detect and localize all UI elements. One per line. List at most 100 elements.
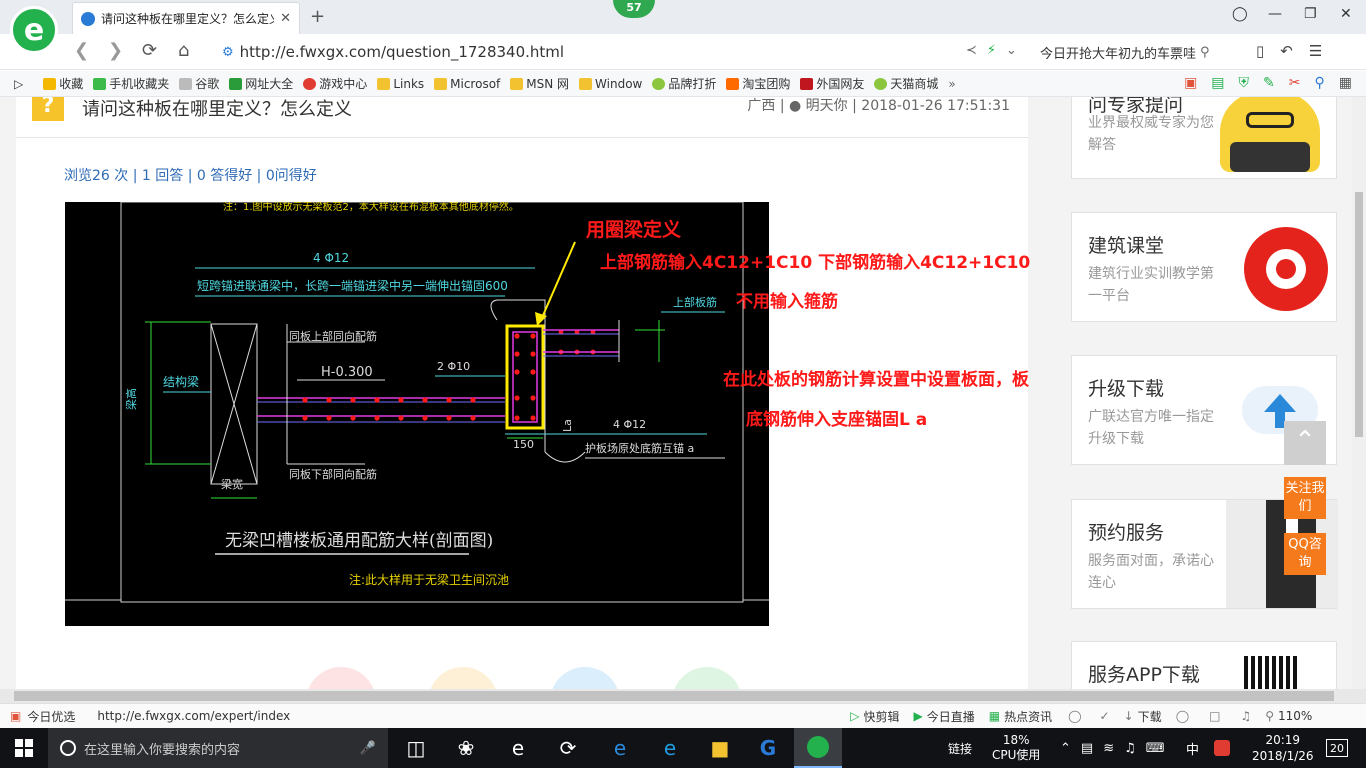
ie-browser-icon[interactable]: e — [646, 728, 694, 768]
tray-volume-icon[interactable]: ♫ — [1124, 741, 1136, 756]
status-live[interactable]: 今日直播 — [927, 708, 975, 725]
back-to-top-icon[interactable]: ⌃ — [1284, 421, 1326, 465]
window-icon[interactable]: □ — [1209, 709, 1220, 723]
qq-consult-button[interactable]: QQ咨询 — [1284, 533, 1326, 575]
question-region[interactable]: 广西 — [747, 98, 775, 114]
address-url[interactable]: http://e.fwxgx.com/question_1728340.html — [240, 43, 564, 61]
file-explorer-icon[interactable]: ■ — [696, 728, 744, 768]
share-icon[interactable]: ≺ — [966, 43, 977, 58]
search-input[interactable]: 今日开抢大年初九的车票哇 ⚲ — [1040, 38, 1240, 66]
status-news[interactable]: 热点资讯 — [1004, 708, 1052, 725]
tray-sogou-icon[interactable] — [1214, 728, 1230, 768]
lightning-icon[interactable]: ⚡ — [987, 43, 996, 58]
minimize-icon[interactable]: — — [1268, 6, 1282, 22]
vertical-scrollbar[interactable] — [1352, 97, 1366, 689]
cpu-usage[interactable]: 18% CPU使用 — [992, 728, 1040, 768]
sidebar-toggle-icon[interactable]: ▷ — [14, 77, 23, 91]
new-tab-button[interactable]: + — [310, 6, 325, 27]
bookmark-item[interactable]: 外国网友 — [800, 75, 864, 92]
taskbar-search-input[interactable]: 在这里输入你要搜索的内容 🎤 — [48, 728, 388, 768]
bookmark-item[interactable]: 网址大全 — [229, 75, 293, 92]
discount-icon[interactable]: ▣ — [1184, 75, 1197, 91]
windows-start-icon[interactable] — [0, 728, 48, 768]
bookmark-item[interactable]: 天猫商城 — [874, 75, 938, 92]
tray-keyboard-icon[interactable]: ⌨ — [1146, 741, 1165, 756]
card-building-class[interactable]: 建筑课堂 建筑行业实训教学第一平台 — [1071, 212, 1337, 322]
question-author[interactable]: 明天你 — [806, 98, 848, 114]
swirl-app-icon[interactable]: ⟳ — [544, 728, 592, 768]
undo-icon[interactable]: ↶ — [1280, 42, 1293, 60]
tray-network-icon[interactable]: ▤ — [1081, 741, 1093, 756]
share-circle[interactable] — [306, 667, 376, 689]
scissors-icon[interactable]: ✂ — [1289, 75, 1301, 91]
leaf-icon — [652, 77, 666, 90]
bookmark-item[interactable]: Microsof — [434, 77, 500, 91]
pin-icon[interactable]: ✓ — [1100, 709, 1110, 723]
task-view-icon[interactable]: ◫ — [392, 728, 440, 768]
restore-icon[interactable]: ❐ — [1304, 6, 1317, 22]
address-bar[interactable]: ⚙ http://e.fwxgx.com/question_1728340.ht… — [222, 38, 950, 66]
volume-icon[interactable]: ♫ — [1240, 709, 1251, 723]
bookmark-item[interactable]: 手机收藏夹 — [93, 75, 169, 92]
tray-chevron-icon[interactable]: ⌃ — [1060, 741, 1071, 756]
follow-us-button[interactable]: 关注我们 — [1284, 477, 1326, 519]
refresh-icon[interactable]: ⟳ — [142, 40, 157, 61]
bookmark-item[interactable]: 品牌打折 — [652, 75, 716, 92]
close-window-icon[interactable]: ✕ — [1340, 6, 1352, 22]
shield-icon[interactable]: ⛨ — [1239, 75, 1250, 91]
card-app-download[interactable]: 服务APP下载 — [1071, 641, 1337, 689]
qr-code-icon[interactable] — [1244, 656, 1298, 689]
bookmark-item[interactable]: 收藏 — [43, 75, 83, 92]
browser-logo-icon[interactable]: e — [10, 6, 58, 54]
tab-close-icon[interactable]: ✕ — [280, 11, 291, 26]
360-browser-taskbar-icon[interactable] — [794, 728, 842, 768]
bookmark-item[interactable]: 淘宝团购 — [726, 75, 790, 92]
more-bookmarks-icon[interactable]: » — [948, 77, 955, 91]
status-zoom[interactable]: 110% — [1278, 709, 1312, 723]
glodon-app-icon[interactable]: G — [744, 728, 792, 768]
translate-icon[interactable]: ✎ — [1263, 75, 1275, 91]
status-download[interactable]: 下载 — [1138, 708, 1162, 725]
home-icon[interactable]: ⌂ — [178, 40, 189, 61]
menu-icon[interactable]: ☰ — [1309, 42, 1322, 60]
bookmark-item[interactable]: 游戏中心 — [303, 75, 367, 92]
tray-ime[interactable]: 中 — [1186, 728, 1199, 768]
phone-icon[interactable]: ▯ — [1256, 42, 1264, 60]
status-left[interactable]: 今日优选 — [27, 708, 75, 725]
shirt-skin-icon[interactable]: ◯ — [1232, 6, 1248, 22]
fan-app-icon[interactable]: ❀ — [442, 728, 490, 768]
card-ask-expert[interactable]: 问专家提问 业界最权威专家为您解答 — [1071, 97, 1337, 179]
horizontal-scrollbar[interactable] — [0, 689, 1366, 703]
share-circle[interactable] — [428, 667, 498, 689]
zoom-icon: ⚲ — [1265, 709, 1275, 723]
bookmark-item[interactable]: Window — [579, 77, 642, 91]
chevron-down-icon[interactable]: ⌄ — [1006, 43, 1017, 58]
apps-icon[interactable]: ▦ — [1339, 75, 1352, 91]
book-icon[interactable]: ▤ — [1211, 75, 1224, 91]
edge-e-app-icon[interactable]: e — [494, 728, 542, 768]
clock[interactable]: 20:19 2018/1/26 — [1252, 728, 1314, 768]
microphone-icon[interactable]: 🎤 — [360, 741, 376, 756]
forward-icon[interactable]: ❯ — [108, 40, 123, 61]
action-center-icon[interactable]: 20 — [1326, 728, 1348, 768]
history-icon[interactable]: ◯ — [1176, 709, 1189, 723]
bookmark-item[interactable]: MSN 网 — [510, 75, 569, 92]
search-icon[interactable]: ⚲ — [1200, 45, 1210, 60]
notification-badge[interactable]: 57 — [613, 0, 655, 18]
back-icon[interactable]: ❮ — [74, 40, 89, 61]
speed-icon[interactable]: ◯ — [1068, 709, 1081, 723]
tab-question[interactable]: 请问这种板在哪里定义？怎么定义 ✕ — [72, 2, 300, 34]
search-text[interactable]: 今日开抢大年初九的车票哇 — [1040, 43, 1196, 62]
bookmark-item[interactable]: Links — [377, 77, 424, 91]
share-circle[interactable] — [550, 667, 620, 689]
status-kuaijianji[interactable]: 快剪辑 — [863, 708, 899, 725]
question-stats[interactable]: 浏览26 次 | 1 回答 | 0 答得好 | 0问得好 — [64, 165, 317, 185]
drawing-bar-mid: 2 Φ10 — [437, 360, 470, 373]
card-sub: 服务面对面，承诺心连心 — [1088, 553, 1214, 591]
tray-wifi-icon[interactable]: ≋ — [1103, 741, 1114, 756]
share-circle[interactable] — [672, 667, 742, 689]
search-tool-icon[interactable]: ⚲ — [1315, 75, 1325, 91]
bookmark-item[interactable]: 谷歌 — [179, 75, 219, 92]
edge-browser-icon[interactable]: e — [596, 728, 644, 768]
tray-link[interactable]: 链接 — [948, 728, 972, 768]
